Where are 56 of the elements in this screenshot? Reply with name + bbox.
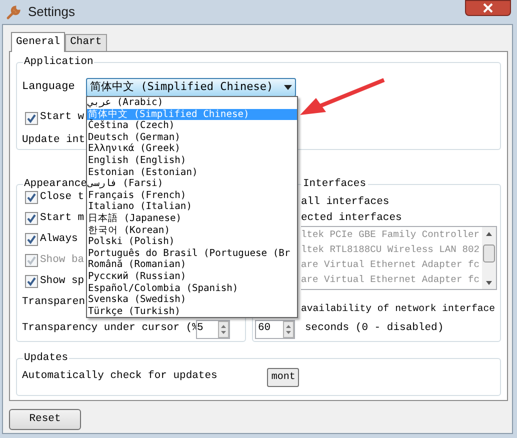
tab[interactable]: Chart bbox=[65, 34, 107, 51]
spin-field[interactable]: 60 bbox=[255, 320, 295, 339]
field-label: Language bbox=[22, 80, 76, 95]
scrollbar[interactable] bbox=[482, 227, 496, 289]
dropdown-option[interactable]: Ελληνικά (Greek) bbox=[87, 143, 297, 155]
dropdown-list[interactable] bbox=[86, 96, 298, 318]
checkbox-label: Start m bbox=[40, 210, 84, 226]
close-button[interactable] bbox=[465, 0, 511, 16]
checkbox[interactable] bbox=[25, 112, 38, 124]
checkbox-label: Close t bbox=[40, 190, 84, 205]
dropdown-option[interactable]: عربي (Arabic) bbox=[87, 97, 297, 109]
checkbox[interactable] bbox=[25, 233, 38, 246]
dropdown-option[interactable]: فارسی (Farsi) bbox=[87, 178, 297, 190]
spinner-arrows-icon bbox=[283, 320, 294, 338]
language-dropdown[interactable]: 简体中文 (Simplified Chinese) bbox=[86, 78, 296, 96]
checkbox-label: Show sp bbox=[40, 274, 84, 289]
reset-button[interactable]: Reset bbox=[9, 409, 81, 430]
dropdown-option[interactable]: Türkçe (Turkish) bbox=[87, 306, 297, 318]
group-title: Appearance bbox=[23, 177, 88, 191]
radio-label: ected interfaces bbox=[301, 211, 402, 226]
wrench-icon bbox=[6, 4, 22, 20]
field-label: seconds (0 - disabled) bbox=[305, 321, 444, 336]
dropdown-option[interactable]: 한국어 (Korean) bbox=[87, 224, 297, 236]
window-title: Settings bbox=[28, 3, 75, 22]
dropdown-option[interactable]: Italiano (Italian) bbox=[87, 201, 297, 213]
field-label: availability of network interface bbox=[301, 302, 496, 316]
dropdown-option[interactable]: Português do Brasil (Portuguese (Br bbox=[87, 248, 297, 260]
dropdown-option[interactable]: Čeština (Czech) bbox=[87, 120, 297, 132]
field-label: Automatically check for updates bbox=[22, 369, 218, 384]
spinner-arrows-icon bbox=[218, 320, 229, 338]
tab[interactable]: General bbox=[11, 32, 66, 52]
field-label: Transparen bbox=[22, 295, 86, 310]
dropdown-option[interactable]: Polski (Polish) bbox=[87, 236, 297, 248]
spin-field[interactable]: 5 bbox=[196, 320, 230, 339]
dropdown-option[interactable]: Svenska (Swedish) bbox=[87, 294, 297, 306]
checkbox[interactable] bbox=[25, 275, 38, 288]
close-icon bbox=[483, 3, 493, 13]
group-title: Application bbox=[23, 55, 94, 69]
field-label: Update int bbox=[22, 133, 86, 148]
dropdown-option[interactable]: Deutsch (German) bbox=[87, 132, 297, 144]
dropdown-option[interactable]: Estonian (Estonian) bbox=[87, 166, 297, 178]
dropdown-option[interactable]: Español/Colombia (Spanish) bbox=[87, 282, 297, 294]
dropdown-option[interactable]: Русский (Russian) bbox=[87, 270, 297, 282]
checkbox[interactable] bbox=[25, 191, 38, 204]
checkbox-label: Always bbox=[40, 232, 78, 247]
group-title: Updates bbox=[23, 351, 70, 365]
dropdown-option[interactable]: English (English) bbox=[87, 154, 297, 167]
frequency-dropdown[interactable]: mont bbox=[267, 368, 300, 386]
dropdown-option[interactable]: Français (French) bbox=[87, 190, 297, 202]
caret-icon bbox=[284, 84, 292, 90]
dropdown-option[interactable]: Română (Romanian) bbox=[87, 259, 297, 271]
checkbox[interactable] bbox=[25, 212, 38, 225]
dropdown-option[interactable]: 日本語 (Japanese) bbox=[87, 212, 297, 225]
checkbox-label: Show ba bbox=[40, 252, 84, 268]
checkbox-label: Start w bbox=[40, 110, 84, 126]
radio-label: all interfaces bbox=[301, 195, 390, 210]
